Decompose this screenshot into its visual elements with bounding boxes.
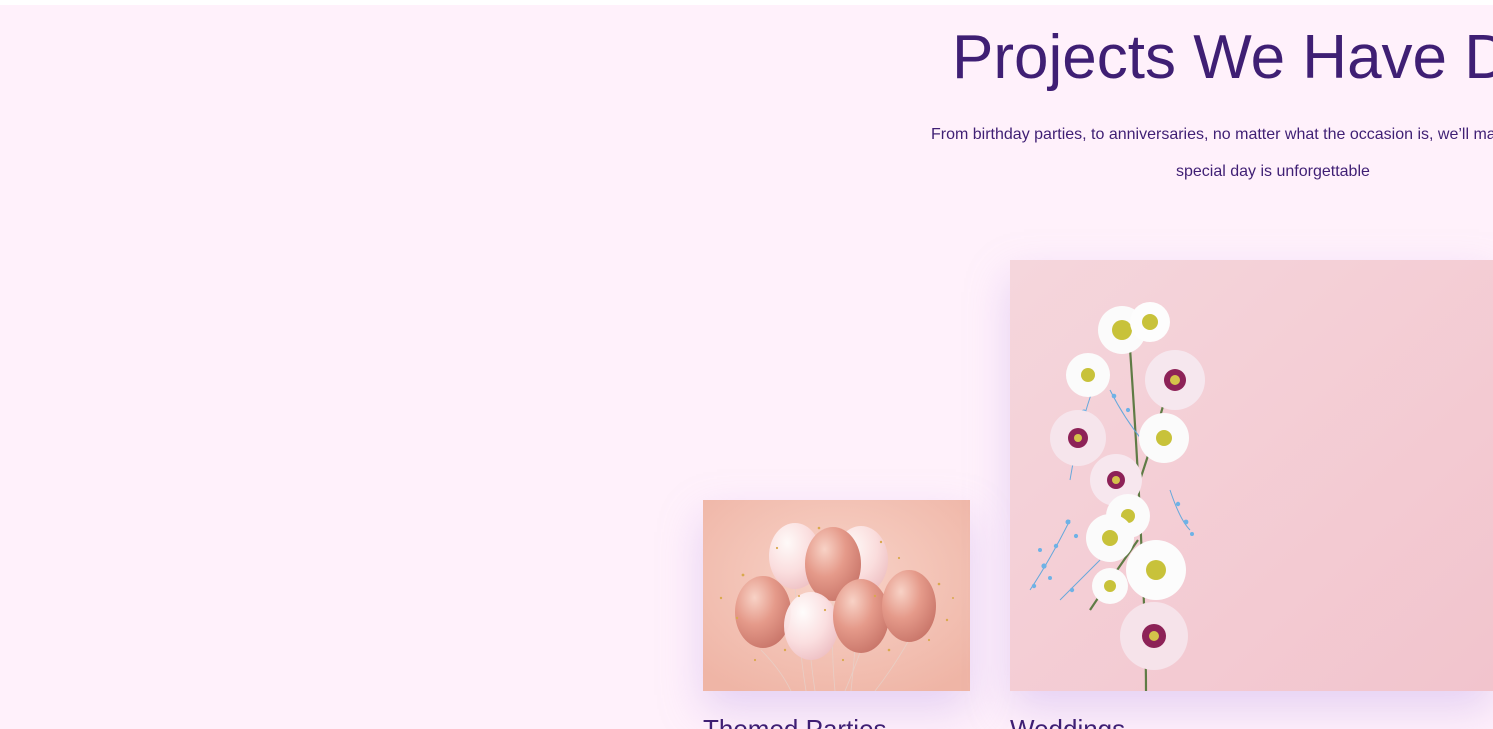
- project-card-themed-parties[interactable]: Themed Parties: [703, 500, 970, 729]
- balloons-illustration: [703, 500, 970, 691]
- projects-section: Projects We Have D From birthday parties…: [0, 5, 1493, 729]
- section-title: Projects We Have D: [952, 23, 1493, 92]
- flowers-image[interactable]: [1010, 260, 1493, 691]
- section-subtitle-line-2: special day is unforgettable: [1176, 163, 1370, 180]
- balloons-image[interactable]: [703, 500, 970, 691]
- project-label-weddings[interactable]: Weddings: [1010, 714, 1125, 729]
- project-label-themed-parties[interactable]: Themed Parties: [703, 714, 887, 729]
- flowers-illustration: [1010, 260, 1493, 691]
- project-card-weddings[interactable]: Weddings: [1010, 260, 1493, 729]
- section-subtitle-line-1: From birthday parties, to anniversaries,…: [931, 126, 1493, 143]
